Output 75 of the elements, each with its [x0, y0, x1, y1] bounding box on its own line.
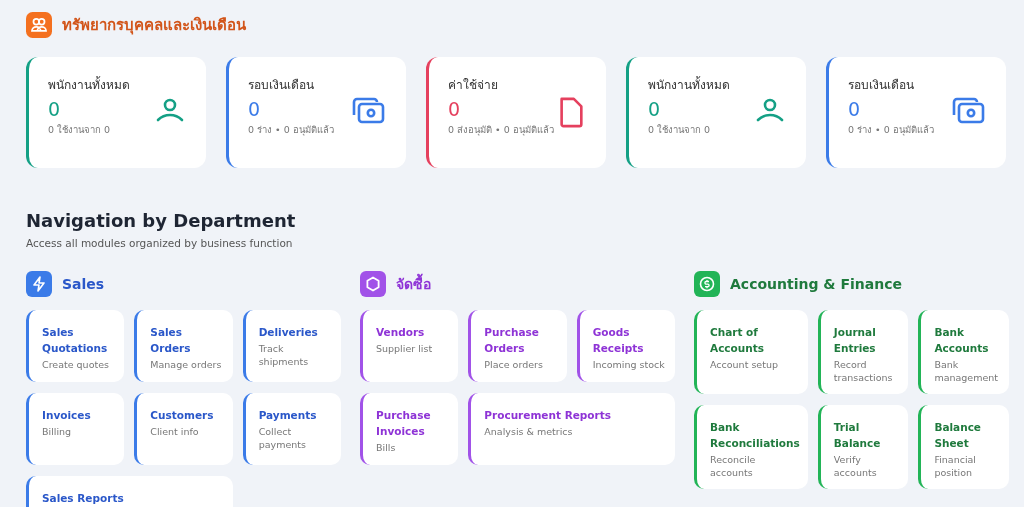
navigation-subtitle: Access all modules organized by business function	[26, 237, 294, 249]
module-card[interactable]: Invoices Billing	[26, 393, 125, 465]
module-title: Sales Orders	[150, 325, 192, 356]
module-description: Client info	[150, 425, 200, 438]
module-description: Record transactions	[833, 358, 894, 384]
stat-value: 0	[848, 98, 862, 120]
module-card[interactable]: Bank Reconciliations Reconcile accounts	[694, 405, 808, 489]
module-description: Track shipments	[258, 342, 310, 368]
module-description: Bills	[376, 441, 397, 454]
module-description: Manage orders	[150, 358, 223, 371]
module-title: Bank Reconciliations	[710, 420, 800, 451]
module-description: Incoming stock	[592, 358, 666, 371]
module-description: Place orders	[484, 358, 544, 371]
stat-detail: 0 ร่าง • 0 อนุมัติแล้ว	[248, 124, 334, 137]
module-card[interactable]: Purchase Invoices Bills	[360, 393, 459, 465]
stat-label: พนักงานทั้งหมด	[648, 75, 730, 94]
module-card[interactable]: Customers Client info	[134, 393, 233, 465]
stat-detail: 0 ใช้งานจาก 0	[648, 124, 712, 137]
module-title: Balance Sheet	[934, 420, 982, 451]
stat-value: 0	[448, 98, 462, 120]
department-title: จัดซื้อ	[396, 273, 431, 295]
department-title: Accounting & Finance	[730, 276, 902, 292]
module-title: Payments	[258, 408, 318, 423]
module-description: Account setup	[710, 358, 779, 371]
module-description: Supplier list	[376, 342, 434, 355]
module-title: Goods Receipts	[592, 325, 645, 356]
stat-label: รอบเงินเดือน	[848, 77, 915, 94]
module-title: Invoices	[42, 408, 92, 423]
stat-detail: 0 ส่งอนุมัติ • 0 อนุมัติแล้ว	[448, 124, 554, 137]
module-card[interactable]: Vendors Supplier list	[360, 310, 459, 382]
module-card[interactable]: Trial Balance Verify accounts	[817, 405, 909, 489]
module-description: Verify accounts	[833, 453, 878, 479]
stat-label: พนักงานทั้งหมด	[48, 75, 130, 94]
module-title: Vendors	[376, 325, 426, 340]
module-description: Analysis & metrics	[484, 425, 574, 438]
stat-detail: 0 ร่าง • 0 อนุมัติแล้ว	[848, 124, 934, 137]
module-title: Journal Entries	[833, 325, 877, 356]
stat-detail: 0 ใช้งานจาก 0	[48, 124, 112, 137]
module-card[interactable]: Purchase Orders Place orders	[468, 310, 567, 382]
module-card[interactable]: Payments Collect payments	[242, 393, 341, 465]
module-card[interactable]: Goods Receipts Incoming stock	[576, 310, 675, 382]
module-description: Bank management	[934, 358, 1000, 384]
module-card[interactable]: Procurement Reports Analysis & metrics	[468, 393, 675, 465]
module-title: Sales Reports	[42, 491, 125, 506]
module-description: Create quotes	[42, 358, 110, 371]
department-title: Sales	[62, 276, 105, 292]
module-title: Customers	[150, 408, 215, 423]
module-description: Billing	[42, 425, 73, 438]
module-title: Purchase Invoices	[376, 408, 432, 439]
module-title: Trial Balance	[833, 420, 882, 451]
module-title: Sales Quotations	[42, 325, 109, 356]
stat-label: ค่าใช้จ่าย	[448, 77, 499, 94]
stat-value: 0	[648, 98, 662, 120]
module-card[interactable]: Sales Reports	[26, 476, 233, 507]
module-card[interactable]: Sales Quotations Create quotes	[26, 310, 125, 382]
people-icon	[26, 12, 52, 38]
module-card[interactable]: Balance Sheet Financial position	[918, 405, 1009, 489]
navigation-title: Navigation by Department	[26, 210, 297, 231]
module-title: Deliveries	[258, 325, 319, 340]
stat-value: 0	[248, 98, 262, 120]
module-description: Collect payments	[258, 425, 307, 451]
module-card[interactable]: Journal Entries Record transactions	[817, 310, 909, 394]
module-card[interactable]: Sales Orders Manage orders	[134, 310, 233, 382]
module-card[interactable]: Deliveries Track shipments	[242, 310, 341, 382]
module-title: Chart of Accounts	[710, 325, 765, 356]
module-card[interactable]: Chart of Accounts Account setup	[694, 310, 808, 394]
section-title: ทรัพยากรบุคคลและเงินเดือน	[62, 15, 246, 37]
stat-value: 0	[48, 98, 62, 120]
module-title: Purchase Orders	[484, 325, 540, 356]
stat-label: รอบเงินเดือน	[248, 77, 315, 94]
module-description: Financial position	[934, 453, 977, 479]
module-card[interactable]: Bank Accounts Bank management	[918, 310, 1009, 394]
module-title: Procurement Reports	[484, 408, 612, 423]
module-description: Reconcile accounts	[710, 453, 757, 479]
module-title: Bank Accounts	[934, 325, 990, 356]
